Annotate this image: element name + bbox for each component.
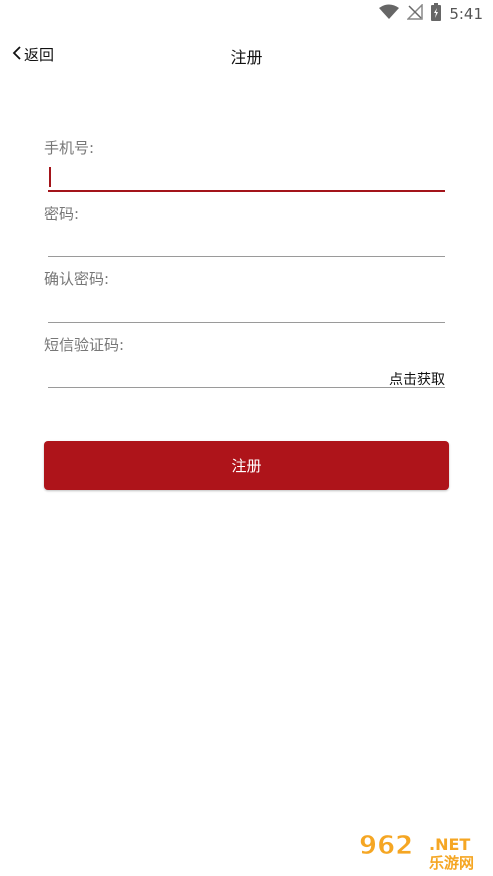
password-label: 密码: [44, 205, 80, 223]
get-code-button[interactable]: 点击获取 [389, 369, 445, 389]
confirm-password-input[interactable] [48, 294, 445, 320]
status-icons: 5:41 [379, 3, 483, 25]
sms-code-input[interactable] [48, 362, 368, 388]
phone-underline [48, 190, 445, 192]
watermark-brand: 乐游网 [429, 854, 474, 870]
page-title: 注册 [230, 48, 263, 67]
watermark-number: 962 [359, 831, 413, 861]
password-input[interactable] [48, 229, 445, 255]
watermark-net: .NET [429, 835, 470, 854]
site-watermark: 962 .NET 乐游网 [357, 830, 487, 872]
phone-label: 手机号: [44, 139, 95, 157]
password-underline [48, 256, 445, 257]
title-bar: 返回 注册 [0, 36, 493, 72]
confirm-password-label: 确认密码: [44, 270, 110, 288]
wifi-icon [379, 4, 400, 24]
status-time: 5:41 [449, 5, 483, 23]
status-bar: 5:41 [0, 0, 493, 28]
password-field: 密码: [44, 203, 445, 257]
text-cursor [49, 167, 51, 187]
sms-code-underline [48, 387, 445, 388]
battery-icon [431, 3, 442, 25]
sms-code-field: 短信验证码: 点击获取 [44, 334, 445, 388]
sms-code-label: 短信验证码: [44, 336, 125, 354]
register-button[interactable]: 注册 [44, 441, 449, 490]
no-signal-icon [406, 3, 424, 24]
confirm-password-underline [48, 322, 445, 323]
phone-field: 手机号: [44, 137, 445, 193]
confirm-password-field: 确认密码: [44, 268, 445, 323]
